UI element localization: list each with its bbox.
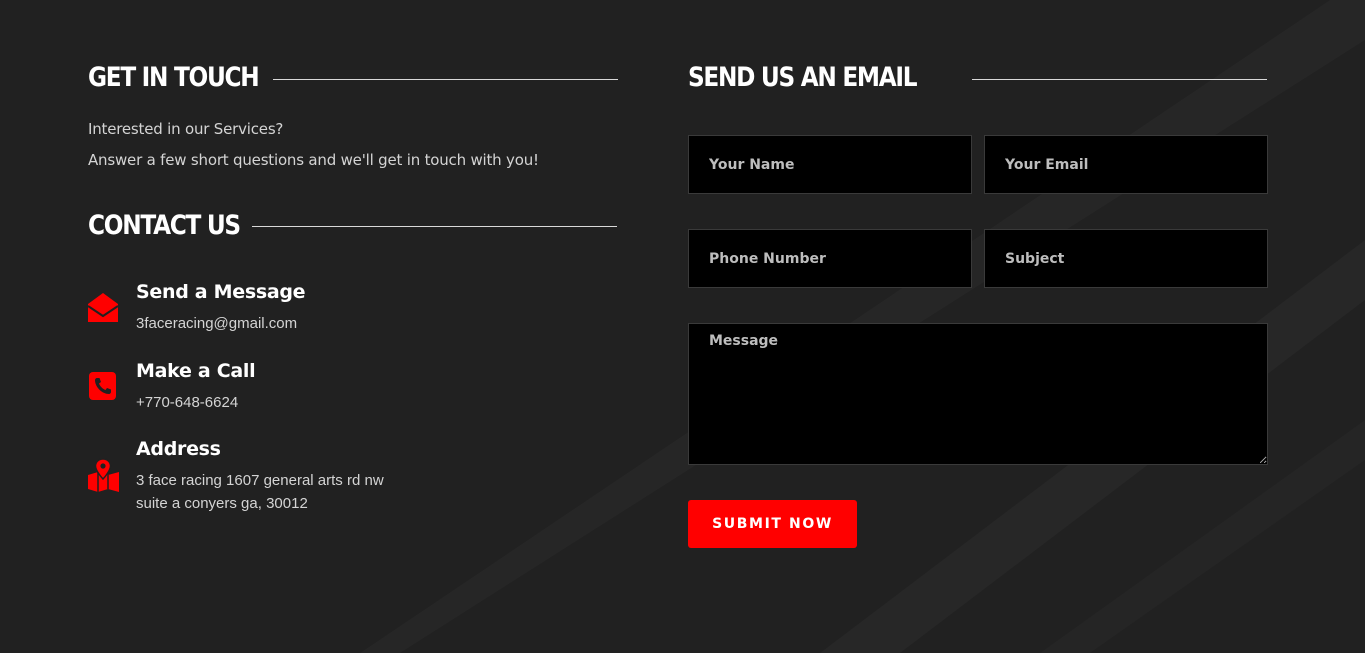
contact-us-heading: CONTACT US: [88, 210, 241, 241]
phone-input[interactable]: [688, 229, 972, 288]
address-title: Address: [136, 438, 221, 460]
phone-number[interactable]: +770-648-6624: [136, 394, 238, 411]
address-line-2: suite a conyers ga, 30012: [136, 495, 308, 512]
send-message-title: Send a Message: [136, 281, 306, 303]
map-pin-icon: [87, 458, 119, 494]
intro-line-1: Interested in our Services?: [88, 120, 284, 138]
send-email-heading: SEND US AN EMAIL: [688, 62, 918, 93]
address-line-1: 3 face racing 1607 general arts rd nw: [136, 472, 384, 489]
name-input[interactable]: [688, 135, 972, 194]
email-input[interactable]: [984, 135, 1268, 194]
submit-button[interactable]: SUBMIT NOW: [688, 500, 857, 548]
get-in-touch-heading: GET IN TOUCH: [88, 62, 260, 93]
get-in-touch-rule: [273, 79, 618, 80]
email-address[interactable]: 3faceracing@gmail.com: [136, 315, 297, 332]
envelope-icon: [87, 290, 119, 324]
phone-icon: [87, 370, 119, 404]
intro-line-2: Answer a few short questions and we'll g…: [88, 151, 539, 169]
contact-us-rule: [252, 226, 617, 227]
subject-input[interactable]: [984, 229, 1268, 288]
message-textarea[interactable]: [688, 323, 1268, 465]
make-call-title: Make a Call: [136, 360, 256, 382]
send-email-rule: [972, 79, 1267, 80]
